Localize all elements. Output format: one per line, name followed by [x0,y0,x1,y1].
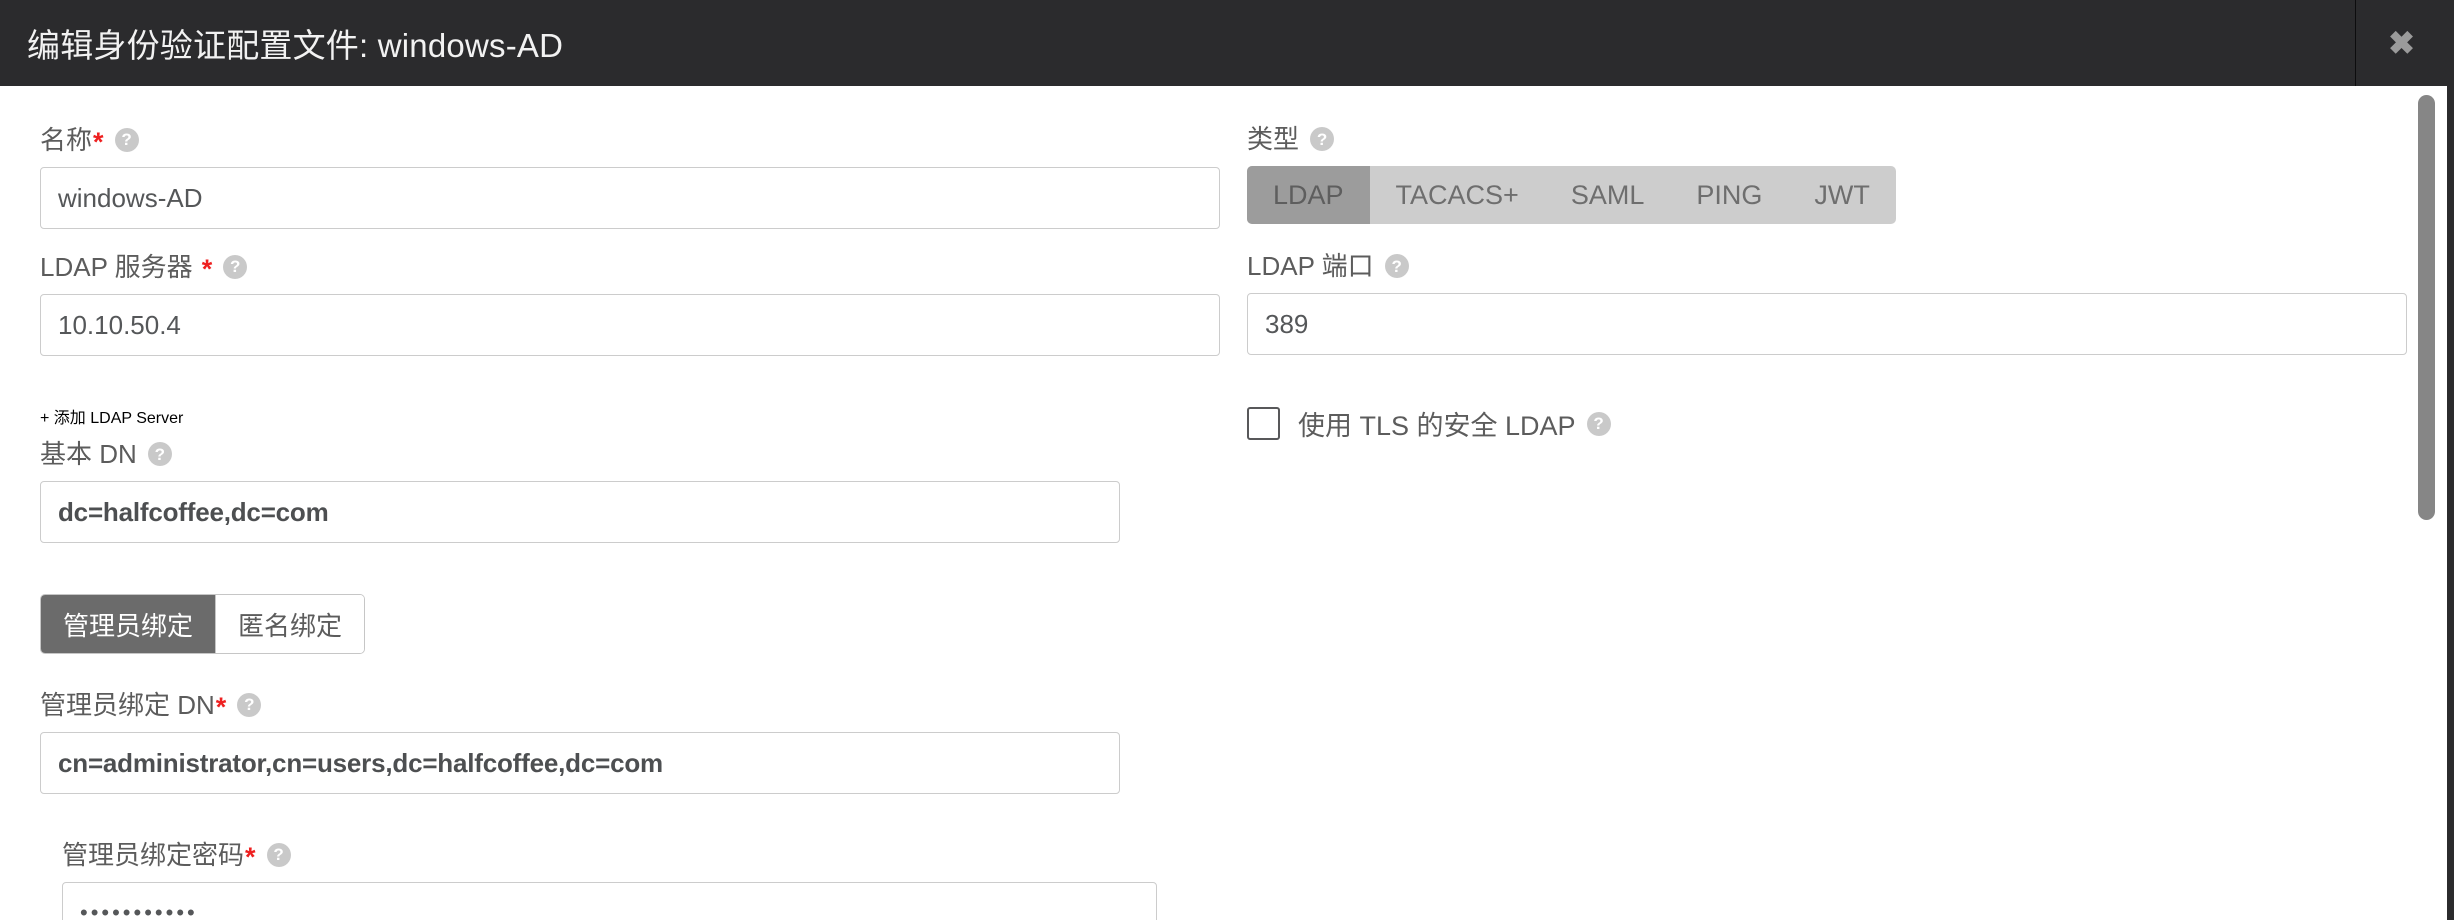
modal-body: 名称 * ? windows-AD LDAP 服务器 * ? 10.10.50.… [0,86,2447,920]
scrollbar-thumb[interactable] [2418,95,2435,520]
modal-header: 编辑身份验证配置文件: windows-AD [0,0,2447,86]
help-icon[interactable]: ? [266,842,291,867]
field-admin-bind-dn-label-text: 管理员绑定 DN [40,689,215,720]
field-admin-bind-dn: 管理员绑定 DN * ? cn=administrator,cn=users,d… [40,691,1120,794]
bind-mode-admin-button[interactable]: 管理员绑定 [41,595,216,653]
required-asterisk: * [215,692,227,722]
bind-mode-button-group: 管理员绑定 匿名绑定 [40,594,366,654]
help-icon[interactable]: ? [147,442,172,466]
ldap-port-input[interactable]: 389 [1247,293,2407,355]
password-mask: ••••••••••• [80,900,198,920]
required-asterisk: * [201,254,213,284]
field-admin-bind-password-label-text: 管理员绑定密码 [62,839,245,870]
page-title: 编辑身份验证配置文件: windows-AD [27,27,564,64]
field-ldap-port: LDAP 端口 ? 389 [1247,253,2407,355]
field-base-dn-label-text: 基本 DN [40,439,137,469]
type-option-ldap[interactable]: LDAP [1247,166,1370,224]
base-dn-input[interactable]: dc=halfcoffee,dc=com [40,481,1120,543]
field-name: 名称 * ? windows-AD [40,126,1220,229]
help-icon[interactable]: ? [1586,411,1611,436]
admin-bind-dn-input[interactable]: cn=administrator,cn=users,dc=halfcoffee,… [40,732,1120,794]
type-option-tacacs[interactable]: TACACS+ [1370,166,1545,224]
help-icon[interactable]: ? [1310,127,1335,151]
name-input[interactable]: windows-AD [40,167,1220,229]
required-asterisk: * [93,127,104,157]
add-ldap-server-link[interactable]: + 添加 LDAP Server [40,404,183,428]
field-ldap-server-label: LDAP 服务器 * ? [40,251,1220,284]
type-option-jwt[interactable]: JWT [1788,166,1895,224]
bind-mode-group: 管理员绑定 匿名绑定 [40,594,366,654]
field-ldap-server-label-text: LDAP 服务器 [40,251,193,282]
ldap-server-input[interactable]: 10.10.50.4 [40,294,1220,356]
field-base-dn-label: 基本 DN ? [40,441,1120,467]
field-admin-bind-password: 管理员绑定密码 * ? ••••••••••• [62,841,1157,920]
field-ldap-port-label: LDAP 端口 ? [1247,253,2407,279]
type-selector-group: LDAP TACACS+ SAML PING JWT [1247,166,1896,224]
field-name-label-text: 名称 [40,124,93,155]
tls-checkbox-label: 使用 TLS 的安全 LDAP ? [1298,404,1611,443]
bind-mode-anonymous-button[interactable]: 匿名绑定 [215,595,365,653]
type-option-saml[interactable]: SAML [1545,166,1671,224]
required-asterisk: * [245,842,256,872]
help-icon[interactable]: ? [114,127,139,152]
admin-bind-password-input[interactable]: ••••••••••• [62,882,1157,920]
help-icon[interactable]: ? [1384,254,1409,278]
close-icon: ✖ [2388,25,2415,61]
help-icon[interactable]: ? [237,692,262,717]
field-type-label: 类型 ? [1247,126,1896,152]
field-ldap-port-label-text: LDAP 端口 [1247,251,1374,281]
type-option-ping[interactable]: PING [1670,166,1788,224]
tls-checkbox[interactable] [1247,407,1280,440]
tls-checkbox-label-text: 使用 TLS 的安全 LDAP [1298,411,1576,441]
field-type-label-text: 类型 [1247,124,1300,154]
field-admin-bind-password-label: 管理员绑定密码 * ? [62,839,1157,872]
help-icon[interactable]: ? [223,254,248,279]
edit-auth-profile-modal: 编辑身份验证配置文件: windows-AD ✖ 名称 * ? windows-… [0,0,2454,920]
tls-checkbox-row[interactable]: 使用 TLS 的安全 LDAP ? [1247,404,1611,443]
field-base-dn: 基本 DN ? dc=halfcoffee,dc=com [40,441,1120,543]
field-name-label: 名称 * ? [40,124,1220,157]
close-button[interactable]: ✖ [2356,0,2447,86]
field-type: 类型 ? LDAP TACACS+ SAML PING JWT [1247,126,1896,224]
field-admin-bind-dn-label: 管理员绑定 DN * ? [40,689,1120,722]
field-ldap-server: LDAP 服务器 * ? 10.10.50.4 [40,253,1220,356]
